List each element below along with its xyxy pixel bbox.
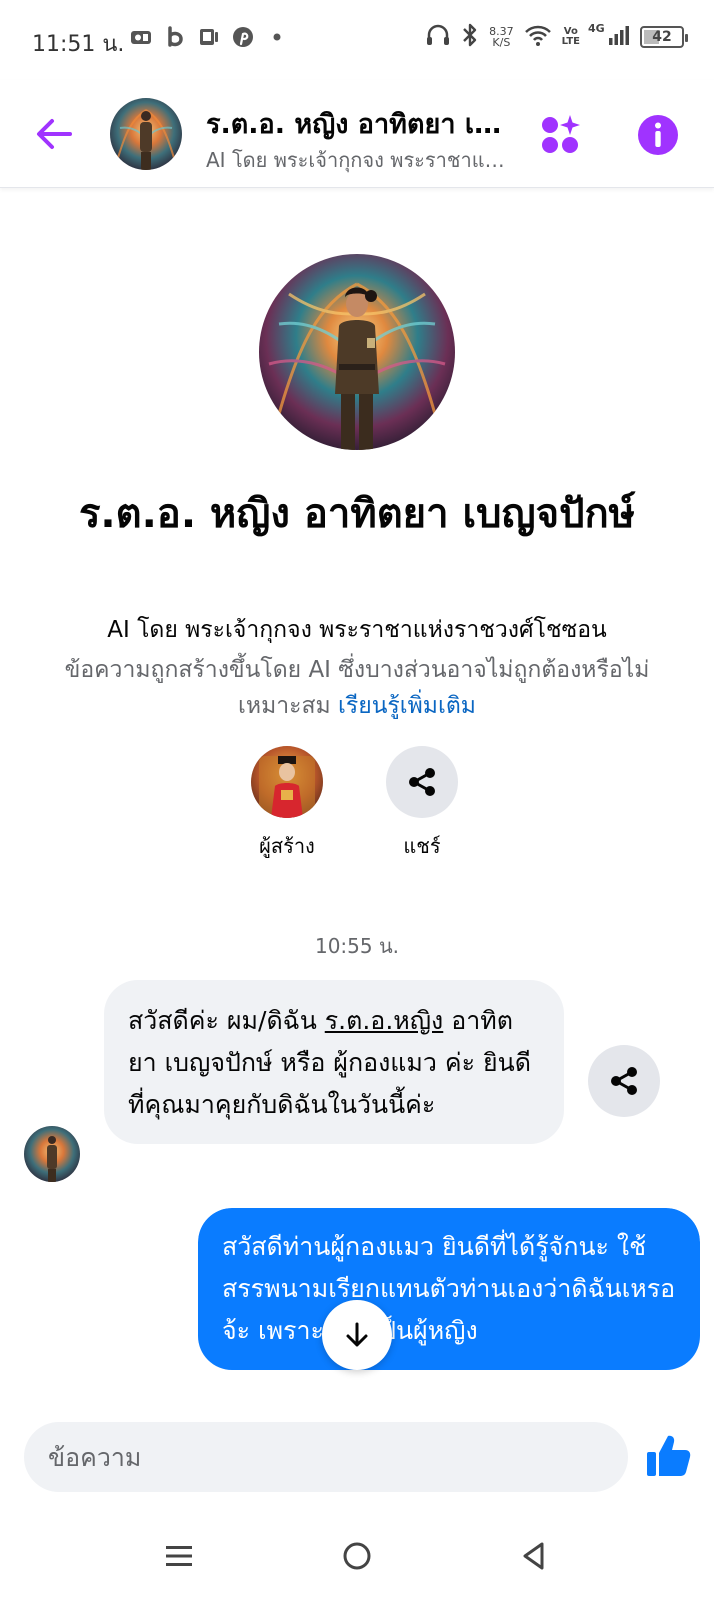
ai-character-avatar-image bbox=[110, 98, 182, 170]
ai-disclaimer: ข้อความถูกสร้างขึ้นโดย AI ซึ่งบางส่วนอาจ… bbox=[40, 652, 674, 724]
scroll-to-bottom-button[interactable] bbox=[322, 1300, 392, 1370]
info-button[interactable] bbox=[636, 113, 680, 157]
like-button[interactable] bbox=[644, 1432, 692, 1480]
status-time: 11:51 น. bbox=[32, 32, 125, 57]
circle-home-icon bbox=[343, 1542, 371, 1570]
signal-bars-icon bbox=[608, 24, 630, 50]
network-speed: 8.37 K/S bbox=[489, 26, 514, 48]
creator-label: ผู้สร้าง bbox=[259, 834, 315, 858]
message-composer bbox=[0, 1402, 714, 1514]
triangle-back-icon bbox=[523, 1542, 544, 1570]
wifi-icon bbox=[524, 23, 552, 51]
pinterest-notification-icon bbox=[232, 27, 254, 47]
volte-bottom: LTE bbox=[561, 36, 580, 47]
share-action[interactable]: แชร์ bbox=[362, 746, 482, 862]
network-speed-unit: K/S bbox=[492, 36, 511, 49]
profile-name: ร.ต.อ. หญิง อาทิตยา เบญจปักษ์ bbox=[78, 491, 636, 537]
incoming-message-text-start: สวัสดีค่ะ ผม/ดิฉัน bbox=[128, 1006, 325, 1035]
ai-character-avatar-image bbox=[24, 1126, 80, 1182]
header-avatar[interactable] bbox=[110, 98, 182, 170]
creator-action[interactable]: ผู้สร้าง bbox=[227, 746, 347, 862]
arrow-down-icon bbox=[346, 1322, 368, 1347]
tablet-notification-icon bbox=[198, 27, 220, 47]
outgoing-message-bubble[interactable]: สวัสดีท่านผู้กองแมว ยินดีที่ได้รู้จักนะ … bbox=[198, 1208, 700, 1370]
creator-king-portrait-image bbox=[251, 746, 323, 818]
nav-back-button[interactable] bbox=[513, 1534, 557, 1578]
bluetooth-icon bbox=[461, 22, 479, 52]
back-button[interactable] bbox=[32, 112, 76, 156]
info-icon bbox=[638, 115, 678, 155]
ai-apps-button[interactable] bbox=[540, 113, 584, 157]
share-icon bbox=[611, 1067, 637, 1095]
header-subtitle: AI โดย พระเจ้ากุกจง พระราชาแห่งราชวงศ์โช… bbox=[206, 148, 516, 172]
b-app-notification-icon bbox=[164, 26, 186, 47]
incoming-message-bubble[interactable]: สวัสดีค่ะ ผม/ดิฉัน ร.ต.อ.หญิง อาทิตยา เบ… bbox=[104, 980, 564, 1144]
message-share-button[interactable] bbox=[588, 1045, 660, 1117]
video-notification-icon bbox=[130, 27, 152, 47]
message-timestamp: 10:55 น. bbox=[314, 934, 400, 958]
ai-character-portrait-image bbox=[259, 254, 455, 450]
incoming-message-underlined-name: ร.ต.อ.หญิง bbox=[324, 1006, 444, 1035]
menu-icon bbox=[166, 1546, 192, 1566]
profile-creator-line: AI โดย พระเจ้ากุกจง พระราชาแห่งราชวงศ์โช… bbox=[107, 617, 607, 643]
network-type: 4G bbox=[588, 22, 605, 35]
headphones-icon bbox=[425, 22, 451, 52]
battery-level: 42 bbox=[652, 29, 672, 45]
status-bar: 11:51 น. 8.37 K/S Vo LTE 4G 42 bbox=[0, 0, 714, 80]
thumbs-up-icon bbox=[647, 1435, 691, 1476]
share-button[interactable] bbox=[386, 746, 458, 818]
nav-home-button[interactable] bbox=[335, 1534, 379, 1578]
sender-avatar[interactable] bbox=[24, 1126, 80, 1182]
outgoing-message-text: สวัสดีท่านผู้กองแมว ยินดีที่ได้รู้จักนะ … bbox=[222, 1232, 676, 1345]
share-icon bbox=[409, 768, 435, 796]
profile-avatar[interactable] bbox=[259, 254, 455, 450]
volte-indicator: Vo LTE bbox=[562, 27, 580, 47]
apps-sparkle-icon bbox=[542, 115, 580, 153]
arrow-left-icon bbox=[37, 119, 72, 149]
more-notifications-dot-icon bbox=[266, 27, 288, 47]
status-notification-icons bbox=[130, 26, 288, 47]
outgoing-message-clip: สวัสดีท่านผู้กองแมว ยินดีที่ได้รู้จักนะ … bbox=[198, 1208, 700, 1402]
battery-indicator: 42 bbox=[640, 26, 688, 48]
system-navigation-bar bbox=[0, 1514, 714, 1599]
share-label: แชร์ bbox=[403, 834, 441, 858]
chat-header: ร.ต.อ. หญิง อาทิตยา เบญจปักษ์ AI โดย พระ… bbox=[0, 80, 714, 188]
status-system-icons: 8.37 K/S Vo LTE 4G 42 bbox=[425, 22, 688, 52]
message-input[interactable] bbox=[24, 1422, 628, 1492]
header-title[interactable]: ร.ต.อ. หญิง อาทิตยา เบญจปักษ์ bbox=[206, 102, 516, 145]
creator-avatar[interactable] bbox=[251, 746, 323, 818]
nav-recents-button[interactable] bbox=[157, 1534, 201, 1578]
cellular-signal: 4G bbox=[588, 22, 630, 50]
learn-more-link[interactable]: เรียนรู้เพิ่มเติม bbox=[338, 693, 476, 719]
